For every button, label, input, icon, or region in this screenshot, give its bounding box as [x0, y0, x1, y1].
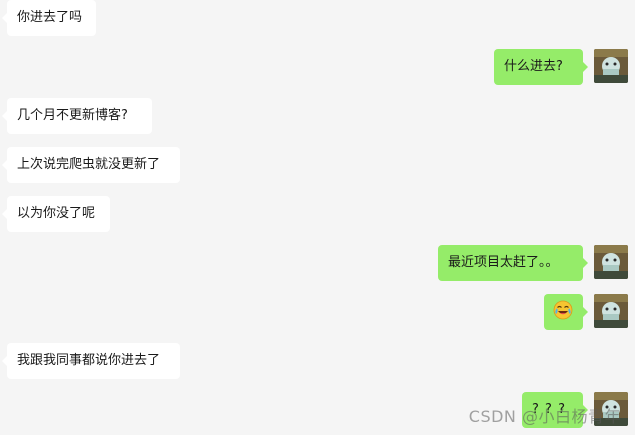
user-avatar-icon[interactable]	[594, 49, 628, 83]
message-bubble-incoming[interactable]: 我跟我同事都说你进去了	[2, 343, 180, 379]
message-bubble-incoming[interactable]: 以为你没了呢	[2, 196, 110, 232]
avatar-image	[594, 245, 628, 279]
avatar-image	[594, 294, 628, 328]
message-bubble-outgoing[interactable]: 什么进去?	[494, 49, 588, 85]
message-bubble-outgoing[interactable]	[544, 294, 588, 330]
user-avatar-icon[interactable]	[594, 294, 628, 328]
message-bubble-outgoing[interactable]: 最近项目太赶了。。	[438, 245, 588, 281]
chat-history: 你进去了吗 什么进去? 几个月不更新博客? 上次说完爬虫就没更新了 以为你没了呢…	[0, 0, 635, 435]
laughing-crying-emoji-icon	[553, 300, 573, 320]
user-avatar-icon[interactable]	[594, 245, 628, 279]
csdn-watermark: CSDN @小白杨青年	[468, 407, 621, 426]
message-bubble-incoming[interactable]: 上次说完爬虫就没更新了	[2, 147, 180, 183]
avatar-image	[594, 49, 628, 83]
message-bubble-incoming[interactable]: 几个月不更新博客?	[2, 98, 152, 134]
message-bubble-incoming[interactable]: 你进去了吗	[2, 0, 96, 36]
